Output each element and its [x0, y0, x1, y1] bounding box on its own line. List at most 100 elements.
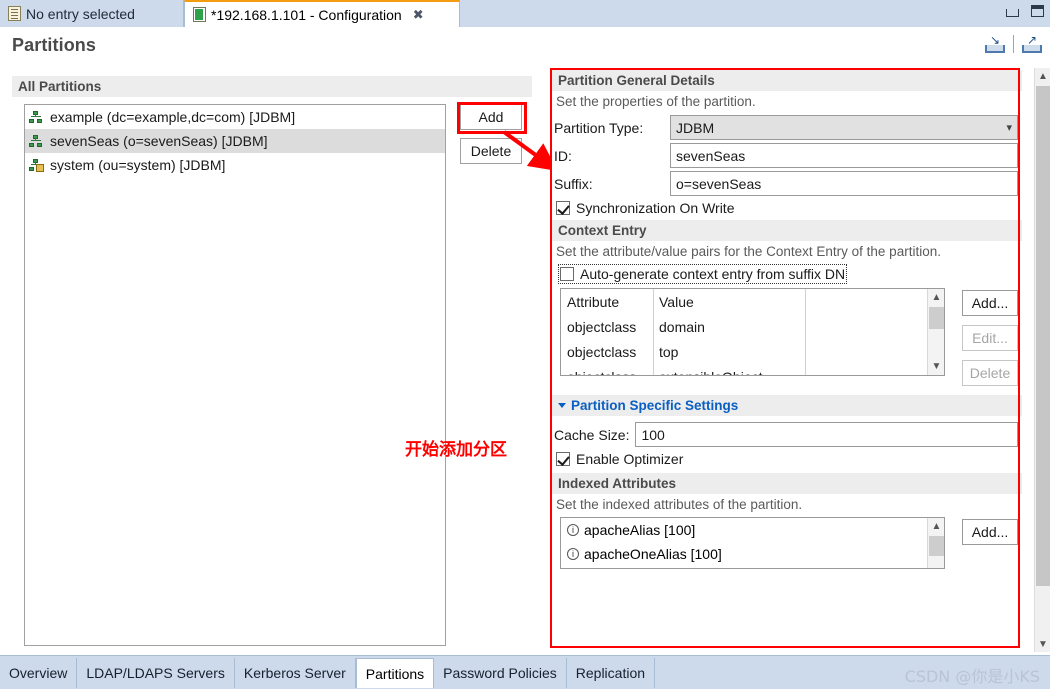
export-icon[interactable]: ↗	[1022, 34, 1042, 53]
editor-tab-no-entry[interactable]: No entry selected	[0, 0, 184, 27]
general-details-title: Partition General Details	[552, 70, 1022, 91]
table-row[interactable]: objectclass top	[561, 339, 944, 364]
context-entry-table[interactable]: Attribute Value objectclass domain objec…	[560, 288, 945, 376]
indexed-attributes-actions: Add...	[962, 519, 1018, 554]
autogen-context-entry-checkbox[interactable]	[560, 267, 574, 281]
context-entry-title: Context Entry	[552, 220, 1022, 241]
column-header-value: Value	[659, 293, 694, 310]
config-icon	[193, 7, 206, 22]
partition-suffix-input[interactable]: o=sevenSeas	[670, 171, 1018, 196]
enable-optimizer-checkbox[interactable]	[556, 452, 570, 466]
cell-value: extensibleObject	[653, 369, 944, 376]
index-icon: i	[567, 524, 579, 536]
partition-type-row: Partition Type: JDBM ▾	[554, 115, 1018, 140]
maximize-icon[interactable]	[1031, 4, 1044, 17]
all-partitions-title: All Partitions	[12, 76, 532, 97]
chevron-down-icon	[558, 403, 566, 408]
scroll-down-icon[interactable]: ▼	[928, 358, 944, 375]
partition-id-input[interactable]: sevenSeas	[670, 143, 1018, 168]
bottom-tab-bar: Overview LDAP/LDAPS Servers Kerberos Ser…	[0, 655, 1050, 689]
partition-specific-settings-title: Partition Specific Settings	[571, 398, 739, 413]
page-scrollbar[interactable]: ▲ ▼	[1034, 68, 1050, 652]
scroll-thumb[interactable]	[929, 536, 944, 556]
import-icon[interactable]: ↘	[985, 34, 1005, 53]
header-toolbar: ↘ ↗	[985, 34, 1042, 53]
cell-attribute: objectclass	[561, 369, 653, 376]
list-item-label: example (dc=example,dc=com) [JDBM]	[50, 109, 296, 125]
partition-details-pane: Partition General Details Set the proper…	[552, 70, 1022, 650]
partition-locked-icon	[29, 158, 44, 173]
partition-id-label: ID:	[554, 147, 572, 164]
context-entry-scrollbar[interactable]: ▲ ▼	[927, 289, 944, 375]
bottom-tabs: Overview LDAP/LDAPS Servers Kerberos Ser…	[0, 658, 656, 688]
scroll-thumb[interactable]	[1036, 86, 1050, 586]
indexed-attributes-scrollbar[interactable]: ▲	[927, 518, 944, 568]
scroll-up-icon[interactable]: ▲	[1035, 68, 1050, 84]
editor-tab-label: *192.168.1.101 - Configuration	[211, 6, 402, 23]
sync-on-write-label: Synchronization On Write	[576, 200, 735, 216]
scroll-up-icon[interactable]: ▲	[928, 289, 944, 306]
indexed-attributes-add-button[interactable]: Add...	[962, 519, 1018, 545]
cell-value: domain	[659, 318, 705, 335]
scroll-thumb[interactable]	[929, 307, 944, 329]
watermark: CSDN @你是小KS	[904, 667, 1040, 686]
autogen-context-entry-label: Auto-generate context entry from suffix …	[580, 266, 846, 282]
partition-specific-settings-header[interactable]: Partition Specific Settings	[552, 395, 1022, 416]
context-entry-delete-button: Delete	[962, 360, 1018, 386]
tab-password-policies[interactable]: Password Policies	[434, 658, 567, 688]
table-row[interactable]: objectclass extensibleObject	[561, 364, 944, 376]
list-item[interactable]: sevenSeas (o=sevenSeas) [JDBM]	[25, 129, 445, 153]
list-item[interactable]: system (ou=system) [JDBM]	[25, 153, 445, 177]
cache-size-input[interactable]: 100	[635, 422, 1018, 447]
tab-ldap-servers[interactable]: LDAP/LDAPS Servers	[77, 658, 235, 688]
indexed-attributes-description: Set the indexed attributes of the partit…	[556, 497, 803, 512]
partition-suffix-row: Suffix: o=sevenSeas	[554, 171, 1018, 196]
entry-icon	[8, 6, 21, 21]
cell-value: top	[659, 343, 679, 360]
application-window: No entry selected *192.168.1.101 - Confi…	[0, 0, 1050, 689]
tab-partitions[interactable]: Partitions	[355, 658, 435, 688]
context-entry-actions: Add... Edit... Delete	[962, 290, 1018, 395]
partitions-list[interactable]: example (dc=example,dc=com) [JDBM] seven…	[24, 104, 446, 646]
table-header-row: Attribute Value	[561, 289, 944, 314]
partition-type-select[interactable]: JDBM ▾	[670, 115, 1018, 140]
minimize-icon[interactable]	[1006, 9, 1019, 17]
list-item[interactable]: example (dc=example,dc=com) [JDBM]	[25, 105, 445, 129]
indexed-attributes-title: Indexed Attributes	[552, 473, 1022, 494]
sync-on-write-checkbox[interactable]	[556, 201, 570, 215]
enable-optimizer-row[interactable]: Enable Optimizer	[556, 451, 1018, 467]
partition-type-value: JDBM	[676, 119, 715, 136]
tab-kerberos-server[interactable]: Kerberos Server	[235, 658, 356, 688]
table-row[interactable]: objectclass domain	[561, 314, 944, 339]
list-item-label: sevenSeas (o=sevenSeas) [JDBM]	[50, 133, 268, 149]
partition-icon	[29, 110, 44, 125]
page-header: Partitions ↘ ↗	[0, 27, 1050, 68]
list-item[interactable]: i apacheOneAlias [100]	[561, 542, 944, 566]
indexed-attributes-list[interactable]: i apacheAlias [100] i apacheOneAlias [10…	[560, 517, 945, 569]
scroll-up-icon[interactable]: ▲	[928, 518, 944, 535]
sync-on-write-row[interactable]: Synchronization On Write	[556, 200, 1018, 216]
tab-overview[interactable]: Overview	[0, 658, 78, 688]
cell-attribute: objectclass	[567, 343, 637, 360]
list-item-label: apacheAlias [100]	[584, 522, 696, 538]
list-item[interactable]: i apacheAlias [100]	[561, 518, 944, 542]
general-details-description: Set the properties of the partition.	[556, 94, 756, 109]
list-item-label: apacheOneAlias [100]	[584, 546, 722, 562]
editor-tab-label: No entry selected	[26, 5, 135, 22]
context-entry-add-button[interactable]: Add...	[962, 290, 1018, 316]
tab-replication[interactable]: Replication	[567, 658, 656, 688]
add-partition-button[interactable]: Add	[460, 104, 522, 130]
annotation-text: 开始添加分区	[405, 440, 507, 460]
context-entry-table-area: Attribute Value objectclass domain objec…	[552, 288, 1022, 386]
close-icon[interactable]: ✖	[413, 7, 424, 23]
tab-bar-filler	[460, 0, 1050, 27]
editor-tab-configuration[interactable]: *192.168.1.101 - Configuration ✖	[184, 0, 460, 27]
page-title: Partitions	[12, 35, 97, 55]
cell-attribute: objectclass	[567, 318, 637, 335]
context-entry-edit-button: Edit...	[962, 325, 1018, 351]
enable-optimizer-label: Enable Optimizer	[576, 451, 684, 467]
partition-id-row: ID: sevenSeas	[554, 143, 1018, 168]
scroll-down-icon[interactable]: ▼	[1035, 636, 1050, 652]
partition-icon	[29, 134, 44, 149]
autogen-context-entry-row[interactable]: Auto-generate context entry from suffix …	[557, 264, 848, 284]
